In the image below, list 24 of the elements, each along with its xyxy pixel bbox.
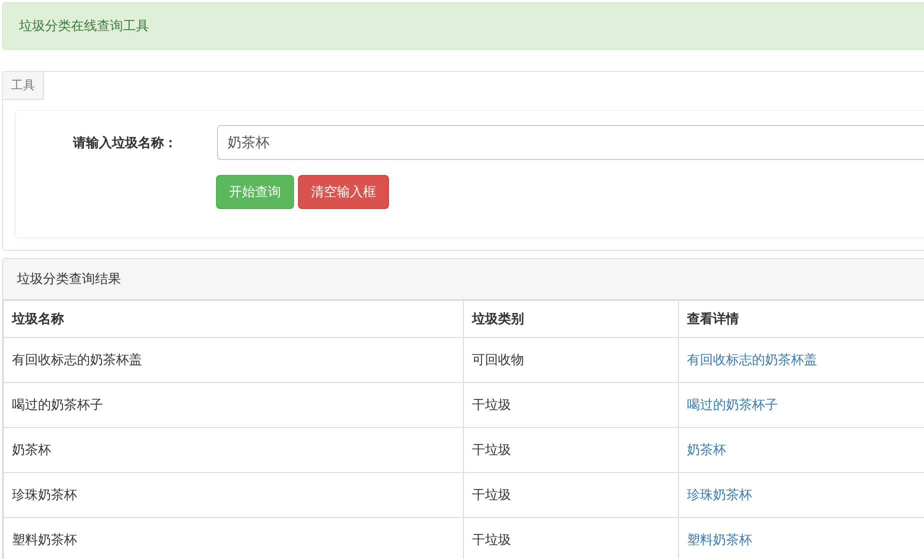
input-field[interactable]: 奶茶杯 — [216, 125, 924, 160]
alert-text: 垃圾分类在线查询工具 — [19, 18, 149, 35]
detail-link[interactable]: 奶茶杯 — [687, 443, 726, 458]
field-label: 请输入垃圾名称： — [72, 134, 178, 152]
panel-title: 垃圾分类查询结果 — [17, 271, 121, 288]
column-header: 查看详情 — [678, 300, 924, 338]
column-header: 垃圾名称 — [4, 300, 464, 338]
table-cell: 干垃圾 — [464, 428, 678, 472]
table-cell: 奶茶杯 — [4, 428, 464, 472]
table-cell: 有回收标志的奶茶杯盖 — [4, 338, 464, 382]
detail-link[interactable]: 珍珠奶茶杯 — [687, 488, 752, 503]
panel-legend: 工具 — [3, 72, 44, 100]
detail-link[interactable]: 有回收标志的奶茶杯盖 — [687, 353, 817, 368]
clear-button[interactable]: 清空输入框 — [298, 175, 389, 209]
detail-link[interactable]: 塑料奶茶杯 — [687, 533, 752, 548]
table-cell: 可回收物 — [464, 338, 678, 382]
table-cell: 珍珠奶茶杯 — [4, 472, 464, 518]
column-header: 垃圾类别 — [464, 300, 678, 338]
table-cell: 喝过的奶茶杯子 — [4, 382, 464, 428]
detail-link[interactable]: 喝过的奶茶杯子 — [687, 398, 778, 413]
table-cell: 塑料奶茶杯 — [4, 518, 464, 559]
table-cell: 干垃圾 — [464, 382, 678, 428]
search-button[interactable]: 开始查询 — [216, 175, 294, 209]
table-cell: 干垃圾 — [464, 472, 678, 518]
